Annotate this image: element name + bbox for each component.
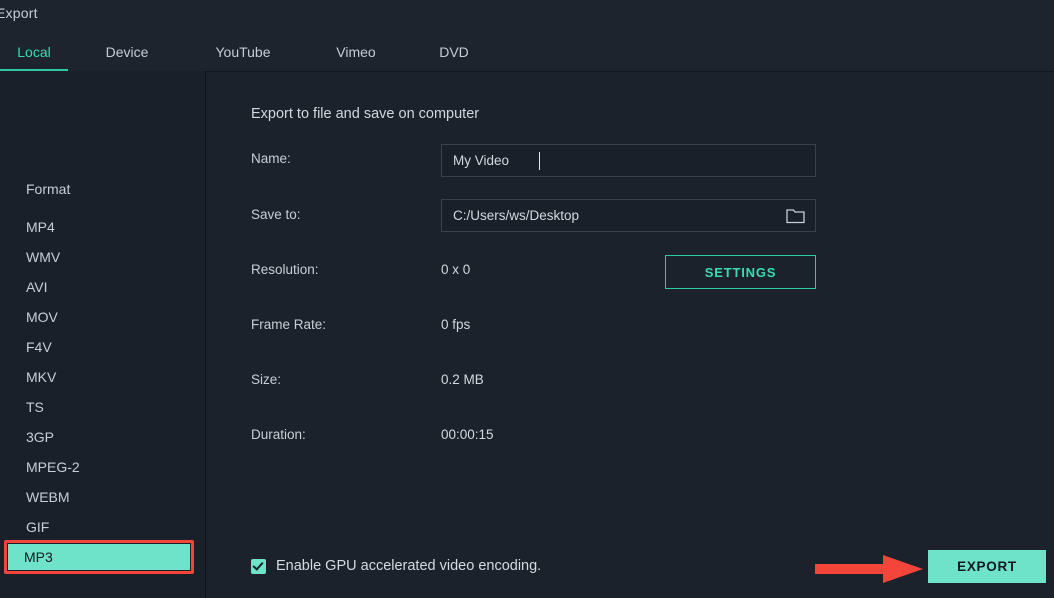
frame-rate-label: Frame Rate: [251, 317, 326, 332]
panel-heading: Export to file and save on computer [251, 106, 479, 122]
format-item-mp4[interactable]: MP4 [10, 215, 190, 239]
gpu-acceleration-label: Enable GPU accelerated video encoding. [276, 558, 541, 574]
format-item-avi[interactable]: AVI [10, 275, 190, 299]
window-title-bar: Export [0, 0, 1054, 34]
duration-label: Duration: [251, 427, 306, 442]
format-item-mpeg-2[interactable]: MPEG-2 [10, 455, 190, 479]
tab-local[interactable]: Local [0, 33, 68, 71]
name-input-value: My Video [453, 145, 509, 176]
export-target-tabs: Local Device YouTube Vimeo DVD [0, 33, 1054, 72]
tab-dvd[interactable]: DVD [424, 33, 484, 71]
format-item-f4v[interactable]: F4V [10, 335, 190, 359]
export-dialog: Export Local Device YouTube Vimeo DVD Format… [0, 0, 1054, 598]
frame-rate-value: 0 fps [441, 317, 470, 332]
tab-vimeo[interactable]: Vimeo [320, 33, 392, 71]
tab-youtube[interactable]: YouTube [196, 33, 290, 71]
format-section-title: Format [26, 181, 70, 197]
settings-button[interactable]: SETTINGS [665, 255, 816, 289]
tab-device[interactable]: Device [88, 33, 166, 71]
save-to-label: Save to: [251, 207, 301, 222]
name-label: Name: [251, 151, 291, 166]
checkbox-checked-icon[interactable] [251, 559, 266, 574]
format-item-mkv[interactable]: MKV [10, 365, 190, 389]
format-item-mp3[interactable]: MP3 [8, 544, 190, 570]
format-item-wmv[interactable]: WMV [10, 245, 190, 269]
export-button[interactable]: EXPORT [928, 550, 1046, 583]
gpu-acceleration-checkbox[interactable]: Enable GPU accelerated video encoding. [251, 558, 541, 574]
save-to-input[interactable]: C:/Users/ws/Desktop [441, 199, 816, 232]
resolution-label: Resolution: [251, 262, 319, 277]
format-item-mov[interactable]: MOV [10, 305, 190, 329]
export-settings-panel: Export to file and save on computer Name… [206, 71, 1054, 598]
format-item-gif[interactable]: GIF [10, 515, 190, 539]
text-caret [539, 152, 540, 170]
size-value: 0.2 MB [441, 372, 484, 387]
format-sidebar: Format MP4 WMV AVI MOV F4V MKV TS 3GP MPEG-2 WEBM… [0, 71, 206, 598]
duration-value: 00:00:15 [441, 427, 494, 442]
name-input[interactable]: My Video [441, 144, 816, 177]
format-item-3gp[interactable]: 3GP [10, 425, 190, 449]
save-to-input-value: C:/Users/ws/Desktop [453, 200, 579, 231]
resolution-value: 0 x 0 [441, 262, 470, 277]
format-item-webm[interactable]: WEBM [10, 485, 190, 509]
size-label: Size: [251, 372, 281, 387]
folder-icon[interactable] [786, 207, 805, 224]
format-item-ts[interactable]: TS [10, 395, 190, 419]
window-title: Export [0, 5, 38, 21]
